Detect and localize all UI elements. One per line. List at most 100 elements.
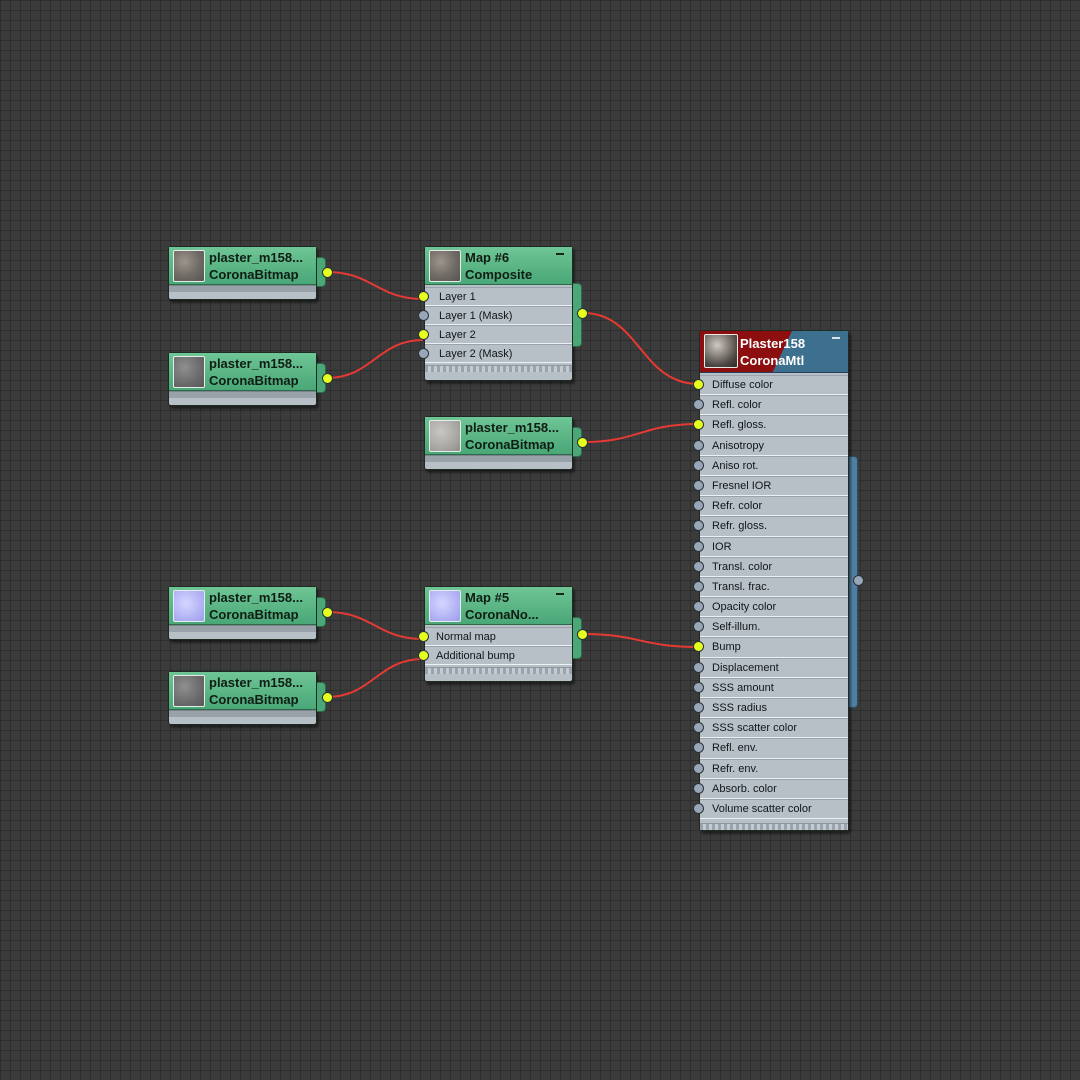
slot-transl-frac[interactable]: Transl. frac. bbox=[693, 576, 848, 598]
wire-normal-bump bbox=[581, 633, 700, 648]
input-socket[interactable] bbox=[418, 348, 429, 359]
output-socket-normal[interactable] bbox=[577, 629, 588, 640]
output-socket-bitmap2[interactable] bbox=[322, 373, 333, 384]
input-socket[interactable] bbox=[693, 742, 704, 754]
bitmap-node-1[interactable]: plaster_m158... CoronaBitmap bbox=[168, 246, 326, 300]
output-socket-bitmap3[interactable] bbox=[577, 437, 588, 448]
input-socket[interactable] bbox=[693, 520, 704, 532]
input-socket[interactable] bbox=[693, 722, 704, 734]
input-slots: Normal map Additional bump bbox=[418, 625, 572, 667]
bitmap-node-3[interactable]: plaster_m158... CoronaBitmap bbox=[424, 416, 582, 470]
slot-self-illum[interactable]: Self-illum. bbox=[693, 617, 848, 638]
bitmap-node-5[interactable]: plaster_m158... CoronaBitmap bbox=[168, 671, 326, 725]
node-title: plaster_m158... bbox=[209, 356, 303, 371]
slot-refr-gloss[interactable]: Refr. gloss. bbox=[693, 516, 848, 537]
slot-label: Normal map bbox=[436, 631, 496, 643]
bitmap-node-4[interactable]: plaster_m158... CoronaBitmap bbox=[168, 586, 326, 640]
slot-refl-gloss[interactable]: Refl. gloss. bbox=[693, 415, 848, 436]
slot-ior[interactable]: IOR bbox=[693, 536, 848, 557]
input-socket[interactable] bbox=[693, 419, 704, 431]
material-preview-sphere bbox=[704, 334, 738, 368]
slot-label: Refl. gloss. bbox=[712, 419, 767, 432]
input-socket[interactable] bbox=[693, 459, 704, 471]
wire-composite-diffuse bbox=[582, 312, 700, 385]
slot-layer-1[interactable]: Layer 1 bbox=[418, 287, 572, 306]
input-socket[interactable] bbox=[693, 762, 704, 774]
normal-map-node[interactable]: Map #5 CoronaNo... Normal map Additional… bbox=[418, 586, 582, 682]
slot-refl-env[interactable]: Refl. env. bbox=[693, 738, 848, 759]
input-socket[interactable] bbox=[693, 540, 704, 552]
wire-bitmap1-layer1 bbox=[326, 271, 424, 300]
node-header[interactable]: Map #6 Composite bbox=[425, 247, 572, 285]
slot-refr-env[interactable]: Refr. env. bbox=[693, 758, 848, 779]
slot-bump[interactable]: Bump bbox=[693, 637, 848, 658]
slot-absorb-color[interactable]: Absorb. color bbox=[693, 778, 848, 799]
node-header[interactable]: Map #5 CoronaNo... bbox=[425, 587, 572, 625]
output-socket-composite[interactable] bbox=[577, 308, 588, 319]
input-socket[interactable] bbox=[693, 782, 704, 794]
slot-transl-color[interactable]: Transl. color bbox=[693, 556, 848, 577]
slot-additional-bump[interactable]: Additional bump bbox=[418, 646, 572, 665]
node-header[interactable]: plaster_m158... CoronaBitmap bbox=[169, 247, 316, 285]
node-header[interactable]: plaster_m158... CoronaBitmap bbox=[169, 587, 316, 625]
input-socket[interactable] bbox=[693, 580, 704, 592]
slot-layer-1-mask[interactable]: Layer 1 (Mask) bbox=[418, 306, 572, 325]
slot-refl-color[interactable]: Refl. color bbox=[693, 395, 848, 416]
texture-thumbnail bbox=[173, 250, 205, 282]
input-socket[interactable] bbox=[693, 399, 704, 411]
corona-material-node[interactable]: Plaster158 CoronaMtl Diffuse color Refl. … bbox=[693, 330, 849, 831]
input-socket[interactable] bbox=[693, 702, 704, 713]
slot-label: SSS amount bbox=[712, 681, 774, 694]
node-header[interactable]: plaster_m158... CoronaBitmap bbox=[169, 353, 316, 391]
slot-refr-color[interactable]: Refr. color bbox=[693, 496, 848, 517]
input-socket[interactable] bbox=[693, 379, 704, 390]
input-socket[interactable] bbox=[693, 500, 704, 512]
input-socket[interactable] bbox=[693, 479, 704, 491]
input-socket[interactable] bbox=[693, 439, 704, 451]
slot-layer-2-mask[interactable]: Layer 2 (Mask) bbox=[418, 344, 572, 363]
bitmap-node-2[interactable]: plaster_m158... CoronaBitmap bbox=[168, 352, 326, 406]
slot-diffuse-color[interactable]: Diffuse color bbox=[693, 375, 848, 396]
slot-label: Anisotropy bbox=[712, 439, 764, 452]
node-footer bbox=[425, 455, 572, 462]
input-socket[interactable] bbox=[418, 631, 429, 642]
input-socket[interactable] bbox=[418, 291, 429, 302]
slot-label: Transl. frac. bbox=[712, 580, 770, 593]
minimize-icon[interactable] bbox=[556, 593, 564, 595]
slot-aniso-rot[interactable]: Aniso rot. bbox=[693, 455, 848, 476]
slate-material-editor-view[interactable]: plaster_m158... CoronaBitmap plaster_m15… bbox=[0, 0, 1080, 1080]
node-header[interactable]: Plaster158 CoronaMtl bbox=[700, 331, 848, 373]
composite-map-node[interactable]: Map #6 Composite Layer 1 Layer 1 (Mask) … bbox=[418, 246, 582, 381]
input-socket[interactable] bbox=[693, 560, 704, 572]
input-socket[interactable] bbox=[693, 601, 704, 613]
input-socket[interactable] bbox=[693, 661, 704, 673]
slot-displacement[interactable]: Displacement bbox=[693, 657, 848, 678]
output-socket-bitmap1[interactable] bbox=[322, 267, 333, 278]
output-socket-material[interactable] bbox=[853, 575, 864, 586]
input-socket[interactable] bbox=[693, 681, 704, 693]
slot-sss-radius[interactable]: SSS radius bbox=[693, 698, 848, 719]
output-socket-bitmap5[interactable] bbox=[322, 692, 333, 703]
input-socket[interactable] bbox=[693, 641, 704, 653]
slot-opacity-color[interactable]: Opacity color bbox=[693, 597, 848, 618]
minimize-icon[interactable] bbox=[832, 337, 840, 339]
node-title: plaster_m158... bbox=[209, 590, 303, 605]
node-header[interactable]: plaster_m158... CoronaBitmap bbox=[169, 672, 316, 710]
slot-sss-amount[interactable]: SSS amount bbox=[693, 677, 848, 698]
input-socket[interactable] bbox=[693, 802, 704, 814]
slot-sss-scatter-color[interactable]: SSS scatter color bbox=[693, 718, 848, 739]
node-header[interactable]: plaster_m158... CoronaBitmap bbox=[425, 417, 572, 455]
slot-anisotropy[interactable]: Anisotropy bbox=[693, 435, 848, 456]
slot-volume-scatter-color[interactable]: Volume scatter color bbox=[693, 798, 848, 820]
minimize-icon[interactable] bbox=[556, 253, 564, 255]
input-socket[interactable] bbox=[693, 621, 704, 633]
slot-normal-map[interactable]: Normal map bbox=[418, 627, 572, 646]
node-footer bbox=[425, 365, 572, 372]
output-socket-bitmap4[interactable] bbox=[322, 607, 333, 618]
slot-layer-2[interactable]: Layer 2 bbox=[418, 325, 572, 344]
input-socket[interactable] bbox=[418, 329, 429, 340]
node-title: plaster_m158... bbox=[465, 420, 559, 435]
input-socket[interactable] bbox=[418, 310, 429, 321]
slot-fresnel-ior[interactable]: Fresnel IOR bbox=[693, 475, 848, 497]
input-socket[interactable] bbox=[418, 650, 429, 661]
